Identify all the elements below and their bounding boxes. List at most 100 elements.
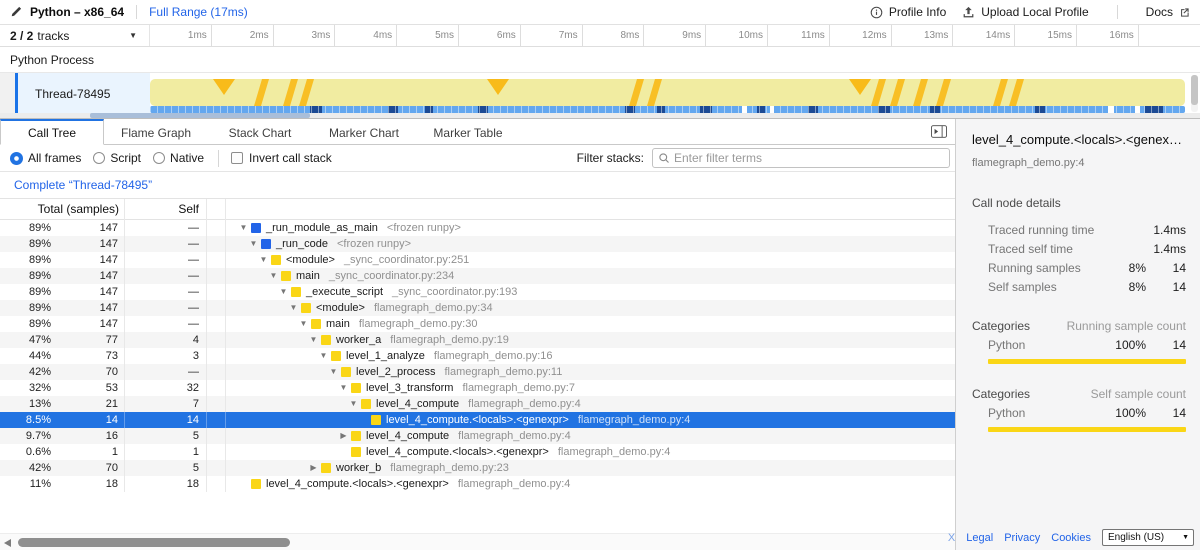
tracks-visibility-dropdown[interactable]: 2 / 2 tracks ▼ bbox=[0, 25, 150, 46]
filter-stacks-input[interactable] bbox=[670, 151, 949, 165]
category-row: Python100%14 bbox=[972, 335, 1186, 354]
footer-links: X Legal Privacy Cookies English (US)▼ bbox=[948, 529, 1194, 546]
call-tree-row[interactable]: 8.5%1414level_4_compute.<locals>.<genexp… bbox=[0, 412, 955, 428]
detail-percent: 8% bbox=[1100, 280, 1146, 294]
collapse-twisty-icon[interactable]: ▼ bbox=[306, 332, 321, 348]
scrollbar-thumb[interactable] bbox=[90, 113, 310, 118]
horizontal-scrollbar[interactable] bbox=[0, 533, 955, 550]
collapse-twisty-icon[interactable]: ▼ bbox=[316, 348, 331, 364]
samples-dense-segment bbox=[757, 106, 765, 113]
scrollbar-thumb[interactable] bbox=[1191, 75, 1198, 105]
call-tree-row[interactable]: 47%774▼worker_aflamegraph_demo.py:19 bbox=[0, 332, 955, 348]
call-tree-row[interactable]: 89%147—▼_run_code<frozen runpy> bbox=[0, 236, 955, 252]
full-range-link[interactable]: Full Range (17ms) bbox=[149, 5, 248, 19]
call-tree-row[interactable]: 89%147—▼<module>_sync_coordinator.py:251 bbox=[0, 252, 955, 268]
collapse-twisty-icon[interactable]: ▼ bbox=[336, 380, 351, 396]
call-tree-row[interactable]: 42%705▶worker_bflamegraph_demo.py:23 bbox=[0, 460, 955, 476]
tab-marker-chart[interactable]: Marker Chart bbox=[312, 119, 416, 144]
upload-icon bbox=[962, 6, 975, 19]
call-tree-row[interactable]: 42%70—▼level_2_processflamegraph_demo.py… bbox=[0, 364, 955, 380]
call-tree-row[interactable]: 89%147—▼main_sync_coordinator.py:234 bbox=[0, 268, 955, 284]
tracks-horizontal-scrollbar[interactable] bbox=[0, 113, 1200, 118]
call-tree-row[interactable]: 32%5332▼level_3_transformflamegraph_demo… bbox=[0, 380, 955, 396]
profile-info-button[interactable]: Profile Info bbox=[870, 5, 946, 19]
collapse-twisty-icon[interactable]: ▼ bbox=[296, 316, 311, 332]
activity-graph[interactable] bbox=[150, 79, 1185, 106]
docs-link[interactable]: Docs bbox=[1146, 5, 1190, 19]
categories-title: Categories bbox=[972, 319, 1067, 333]
tab-stack-chart[interactable]: Stack Chart bbox=[208, 119, 312, 144]
function-name: main bbox=[326, 316, 350, 332]
call-node-details: Traced running time1.4msTraced self time… bbox=[972, 220, 1186, 296]
radio-script[interactable]: Script bbox=[93, 151, 141, 165]
footer-link-x[interactable]: X bbox=[948, 532, 955, 544]
language-select[interactable]: English (US)▼ bbox=[1102, 529, 1194, 546]
thread-activity-graph[interactable] bbox=[150, 73, 1185, 114]
tab-call-tree[interactable]: Call Tree bbox=[0, 119, 104, 145]
category-color-icon bbox=[251, 223, 261, 233]
call-tree-row[interactable]: 11%1818level_4_compute.<locals>.<genexpr… bbox=[0, 476, 955, 492]
marker-shapes bbox=[150, 79, 1185, 106]
collapse-twisty-icon[interactable]: ▼ bbox=[346, 396, 361, 412]
column-header-total[interactable]: Total (samples) bbox=[0, 199, 125, 220]
category-row: Python100%14 bbox=[972, 403, 1186, 422]
tab-bar: Call TreeFlame GraphStack ChartMarker Ch… bbox=[0, 119, 955, 145]
radio-label: Script bbox=[110, 151, 141, 165]
tab-flame-graph[interactable]: Flame Graph bbox=[104, 119, 208, 144]
categories-title: Categories bbox=[972, 387, 1091, 401]
collapse-twisty-icon[interactable]: ▼ bbox=[256, 252, 271, 268]
track-indent-gutter bbox=[0, 73, 15, 114]
collapse-twisty-icon[interactable]: ▼ bbox=[236, 220, 251, 236]
self-samples: — bbox=[125, 300, 207, 316]
file-location: _sync_coordinator.py:234 bbox=[329, 268, 454, 284]
invert-call-stack-checkbox[interactable] bbox=[231, 152, 243, 164]
file-location: flamegraph_demo.py:30 bbox=[359, 316, 478, 332]
call-tree-row[interactable]: 89%147—▼_run_module_as_main<frozen runpy… bbox=[0, 220, 955, 236]
collapse-twisty-icon[interactable]: ▼ bbox=[286, 300, 301, 316]
radio-native[interactable]: Native bbox=[153, 151, 204, 165]
self-samples: — bbox=[125, 220, 207, 236]
radio-all-frames[interactable]: All frames bbox=[10, 151, 81, 165]
column-header-self[interactable]: Self bbox=[125, 199, 207, 220]
footer-link-cookies[interactable]: Cookies bbox=[1051, 532, 1091, 544]
spacer-cell bbox=[207, 236, 226, 252]
app-header: Python – x86_64 Full Range (17ms) Profil… bbox=[0, 0, 1200, 25]
footer-link-privacy[interactable]: Privacy bbox=[1004, 532, 1040, 544]
timeline-ruler[interactable]: 1ms2ms3ms4ms5ms6ms7ms8ms9ms10ms11ms12ms1… bbox=[150, 25, 1200, 46]
function-cell: level_4_compute.<locals>.<genexpr>flameg… bbox=[226, 412, 955, 428]
tracks-vertical-scrollbar[interactable] bbox=[1191, 75, 1198, 112]
sidebar-toggle-button[interactable] bbox=[931, 125, 947, 138]
call-tree-row[interactable]: 0.6%11level_4_compute.<locals>.<genexpr>… bbox=[0, 444, 955, 460]
collapse-twisty-icon[interactable]: ▼ bbox=[326, 364, 341, 380]
upload-profile-button[interactable]: Upload Local Profile bbox=[962, 5, 1088, 19]
samples-dense-segment bbox=[808, 106, 818, 113]
collapse-twisty-icon[interactable]: ▼ bbox=[246, 236, 261, 252]
thread-track-label[interactable]: Thread-78495 bbox=[18, 73, 150, 114]
function-cell: ▼level_4_computeflamegraph_demo.py:4 bbox=[226, 396, 955, 412]
collapse-twisty-icon[interactable]: ▼ bbox=[276, 284, 291, 300]
tab-marker-table[interactable]: Marker Table bbox=[416, 119, 520, 144]
samples-dense-segment bbox=[930, 106, 940, 113]
call-tree-row[interactable]: 13%217▼level_4_computeflamegraph_demo.py… bbox=[0, 396, 955, 412]
footer-link-legal[interactable]: Legal bbox=[966, 532, 993, 544]
spacer-cell bbox=[207, 332, 226, 348]
detail-label: Traced self time bbox=[988, 242, 1100, 256]
call-tree-row[interactable]: 44%733▼level_1_analyzeflamegraph_demo.py… bbox=[0, 348, 955, 364]
category-color-icon bbox=[351, 447, 361, 457]
expand-twisty-icon[interactable]: ▶ bbox=[336, 428, 351, 444]
expand-twisty-icon[interactable]: ▶ bbox=[306, 460, 321, 476]
total-samples: 18 bbox=[55, 476, 125, 492]
spacer-cell bbox=[207, 364, 226, 380]
call-tree-row[interactable]: 9.7%165▶level_4_computeflamegraph_demo.p… bbox=[0, 428, 955, 444]
edit-profile-name-icon[interactable] bbox=[10, 6, 22, 18]
call-tree-row[interactable]: 89%147—▼mainflamegraph_demo.py:30 bbox=[0, 316, 955, 332]
complete-thread-breadcrumb[interactable]: Complete “Thread-78495” bbox=[14, 178, 152, 192]
samples-strip[interactable] bbox=[150, 106, 1185, 113]
scrollbar-thumb[interactable] bbox=[18, 538, 290, 547]
call-tree-row[interactable]: 89%147—▼_execute_script_sync_coordinator… bbox=[0, 284, 955, 300]
total-percent: 8.5% bbox=[0, 412, 55, 428]
call-tree-row[interactable]: 89%147—▼<module>flamegraph_demo.py:34 bbox=[0, 300, 955, 316]
spacer-cell bbox=[207, 220, 226, 236]
collapse-twisty-icon[interactable]: ▼ bbox=[266, 268, 281, 284]
scroll-left-arrow-icon[interactable] bbox=[4, 539, 11, 547]
